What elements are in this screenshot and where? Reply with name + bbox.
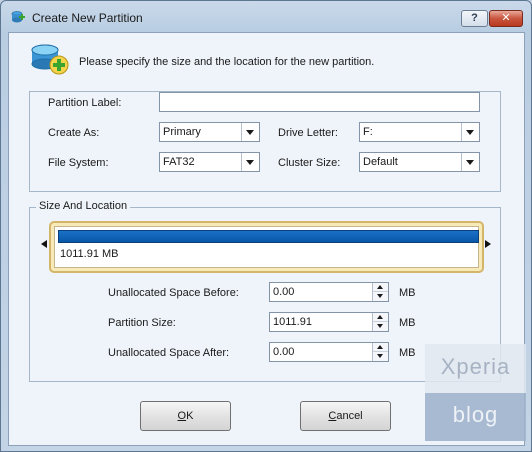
partition-label-caption: Partition Label: [48, 97, 122, 109]
unalloc-before-caption: Unallocated Space Before: [108, 287, 239, 299]
drive-letter-value: F: [363, 126, 373, 138]
partition-size-spinbox[interactable]: 1011.91 [269, 312, 389, 332]
size-location-title: Size And Location [36, 200, 131, 212]
unalloc-after-value: 0.00 [273, 346, 295, 358]
ok-label-rest: K [186, 410, 194, 422]
cluster-size-value: Default [363, 156, 398, 168]
chevron-down-icon[interactable] [461, 153, 479, 171]
file-system-caption: File System: [48, 157, 109, 169]
create-partition-icon [11, 11, 25, 23]
spin-down-icon[interactable] [373, 352, 388, 361]
create-as-value: Primary [163, 126, 201, 138]
spin-up-icon[interactable] [373, 283, 388, 292]
instruction-text: Please specify the size and the location… [79, 56, 375, 68]
create-as-select[interactable]: Primary [159, 122, 260, 142]
unalloc-after-spinbox[interactable]: 0.00 [269, 342, 389, 362]
partition-label-input[interactable] [159, 92, 480, 112]
dialog-body: Please specify the size and the location… [8, 32, 526, 446]
chevron-down-icon[interactable] [461, 123, 479, 141]
unit-label: MB [399, 317, 416, 329]
watermark-top: Xperia [425, 344, 526, 393]
cancel-label-rest: ancel [336, 410, 363, 422]
disk-map-size: 1011.91 MB [60, 248, 119, 260]
title-bar[interactable]: Create New Partition ? ✕ [1, 1, 531, 33]
create-partition-dialog: Create New Partition ? ✕ Please specify … [0, 0, 532, 452]
unalloc-before-spinbox[interactable]: 0.00 [269, 282, 389, 302]
chevron-down-icon[interactable] [241, 153, 259, 171]
cluster-size-select[interactable]: Default [359, 152, 480, 172]
cancel-button[interactable]: Cancel [300, 401, 391, 431]
resize-handle-right-icon[interactable] [485, 240, 491, 248]
spin-buttons[interactable] [372, 343, 388, 361]
disk-map-inner: 1011.91 MB [54, 226, 479, 268]
window-title: Create New Partition [32, 11, 143, 25]
create-as-caption: Create As: [48, 127, 100, 139]
watermark-bottom-text: blog [452, 402, 499, 427]
spin-buttons[interactable] [372, 313, 388, 331]
ok-button[interactable]: OK [140, 401, 231, 431]
help-button[interactable]: ? [461, 10, 488, 27]
new-partition-icon [31, 44, 69, 75]
chevron-down-icon[interactable] [241, 123, 259, 141]
watermark-bottom: blog [425, 393, 526, 441]
partition-size-caption: Partition Size: [108, 317, 176, 329]
file-system-value: FAT32 [163, 156, 195, 168]
spin-down-icon[interactable] [373, 322, 388, 331]
spin-buttons[interactable] [372, 283, 388, 301]
unit-label: MB [399, 347, 416, 359]
spin-up-icon[interactable] [373, 313, 388, 322]
unit-label: MB [399, 287, 416, 299]
resize-handle-left-icon[interactable] [41, 240, 47, 248]
unalloc-after-caption: Unallocated Space After: [108, 347, 230, 359]
unalloc-before-value: 0.00 [273, 286, 295, 298]
partition-bar[interactable] [58, 230, 479, 243]
drive-letter-caption: Drive Letter: [278, 127, 338, 139]
spin-up-icon[interactable] [373, 343, 388, 352]
drive-letter-select[interactable]: F: [359, 122, 480, 142]
disk-map[interactable]: 1011.91 MB [49, 221, 484, 273]
partition-size-value: 1011.91 [273, 316, 312, 328]
cluster-size-caption: Cluster Size: [278, 157, 341, 169]
close-button[interactable]: ✕ [489, 10, 523, 27]
watermark-top-text: Xperia [440, 354, 511, 379]
ok-mnemonic: O [177, 410, 187, 422]
spin-down-icon[interactable] [373, 292, 388, 301]
file-system-select[interactable]: FAT32 [159, 152, 260, 172]
